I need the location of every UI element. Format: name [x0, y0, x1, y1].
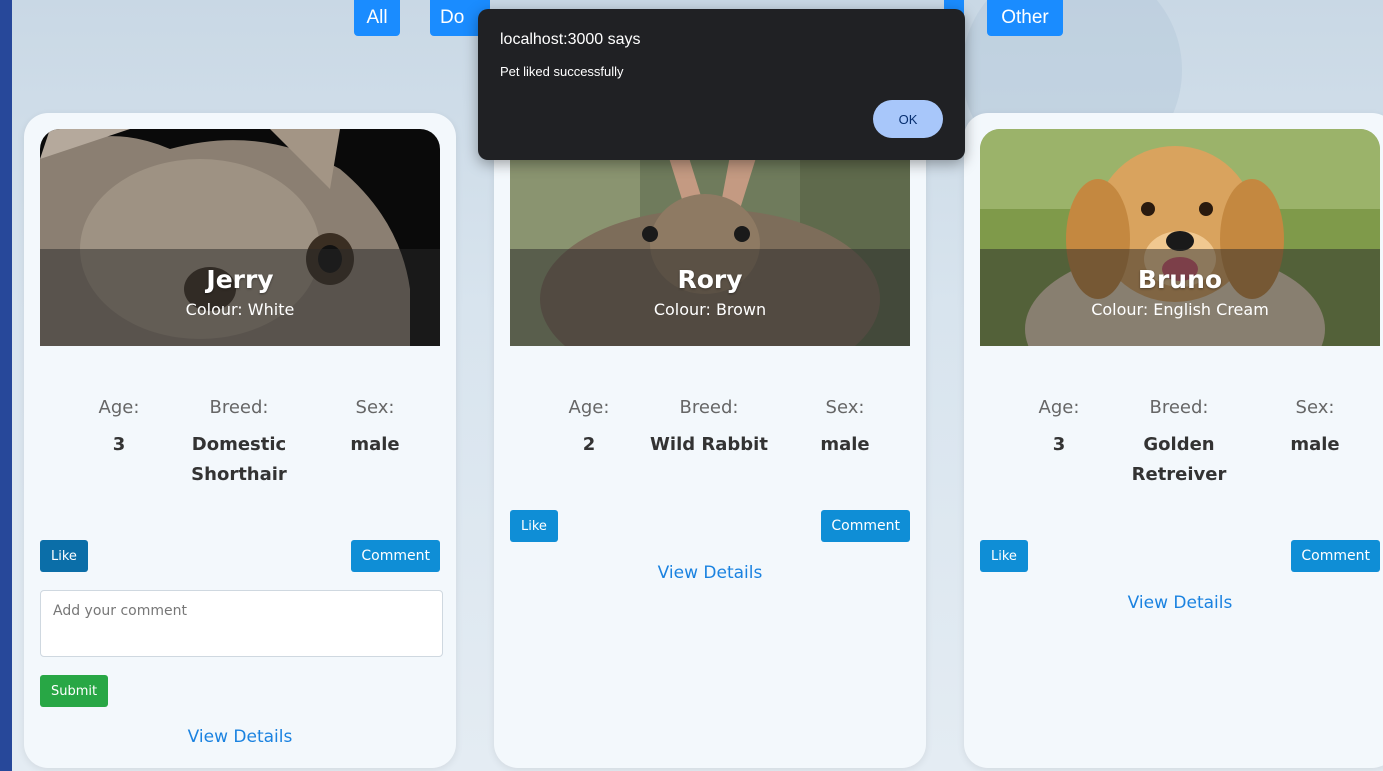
- breed-label: Breed:: [209, 397, 269, 418]
- age-value: 3: [112, 434, 126, 455]
- comment-input[interactable]: [40, 590, 443, 657]
- breed-value: Golden Retreiver: [1131, 434, 1227, 485]
- pet-card-jerry: Jerry Colour: White Age: 3 Breed: Domestic…: [24, 113, 456, 768]
- filter-other-button[interactable]: Other: [987, 0, 1063, 36]
- breed-label: Breed:: [1149, 397, 1209, 418]
- pet-photo: Jerry Colour: White: [40, 129, 440, 346]
- pet-card-bruno: Bruno Colour: English Cream Age: 3 Breed:…: [964, 113, 1383, 768]
- pet-photo: Rory Colour: Brown: [510, 129, 910, 346]
- pet-photo: Bruno Colour: English Cream: [980, 129, 1380, 346]
- dialog-ok-button[interactable]: OK: [873, 100, 943, 138]
- comment-button[interactable]: Comment: [351, 540, 440, 572]
- sex-value: male: [1290, 434, 1340, 455]
- sex-label: Sex:: [825, 397, 865, 418]
- view-details-link[interactable]: View Details: [494, 563, 926, 583]
- photo-overlay: Rory Colour: Brown: [510, 249, 910, 346]
- age-label: Age:: [568, 397, 610, 418]
- view-details-link[interactable]: View Details: [964, 593, 1383, 613]
- pet-colour: Colour: English Cream: [1091, 300, 1269, 319]
- breed-value: Wild Rabbit: [650, 434, 768, 455]
- like-button[interactable]: Like: [510, 510, 558, 542]
- sex-label: Sex:: [355, 397, 395, 418]
- dialog-title: localhost:3000 says: [500, 31, 641, 48]
- filter-all-button[interactable]: All: [354, 0, 400, 36]
- pet-colour: Colour: White: [185, 300, 295, 319]
- age-value: 3: [1052, 434, 1066, 455]
- like-button[interactable]: Like: [980, 540, 1028, 572]
- age-label: Age:: [98, 397, 140, 418]
- pet-card-rory: Rory Colour: Brown Age: 2 Breed: Wild Rabb…: [494, 113, 926, 768]
- photo-overlay: Jerry Colour: White: [40, 249, 440, 346]
- like-button[interactable]: Like: [40, 540, 88, 572]
- sex-value: male: [350, 434, 400, 455]
- alert-dialog: localhost:3000 says Pet liked successful…: [478, 9, 965, 160]
- sex-value: male: [820, 434, 870, 455]
- age-value: 2: [582, 434, 596, 455]
- comment-button[interactable]: Comment: [821, 510, 910, 542]
- sex-label: Sex:: [1295, 397, 1335, 418]
- dialog-message: Pet liked successfully: [500, 64, 624, 79]
- pet-name: Bruno: [1137, 265, 1223, 294]
- breed-label: Breed:: [679, 397, 739, 418]
- breed-value: Domestic Shorthair: [191, 434, 287, 485]
- pet-name: Jerry: [206, 265, 274, 294]
- pets-page: All Do Other Jerry Colour: White Age: 3 B…: [12, 0, 1383, 771]
- pet-colour: Colour: Brown: [653, 300, 767, 319]
- age-label: Age:: [1038, 397, 1080, 418]
- comment-button[interactable]: Comment: [1291, 540, 1380, 572]
- submit-button[interactable]: Submit: [40, 675, 109, 707]
- view-details-link[interactable]: View Details: [24, 727, 456, 747]
- pet-name: Rory: [677, 265, 743, 294]
- photo-overlay: Bruno Colour: English Cream: [980, 249, 1380, 346]
